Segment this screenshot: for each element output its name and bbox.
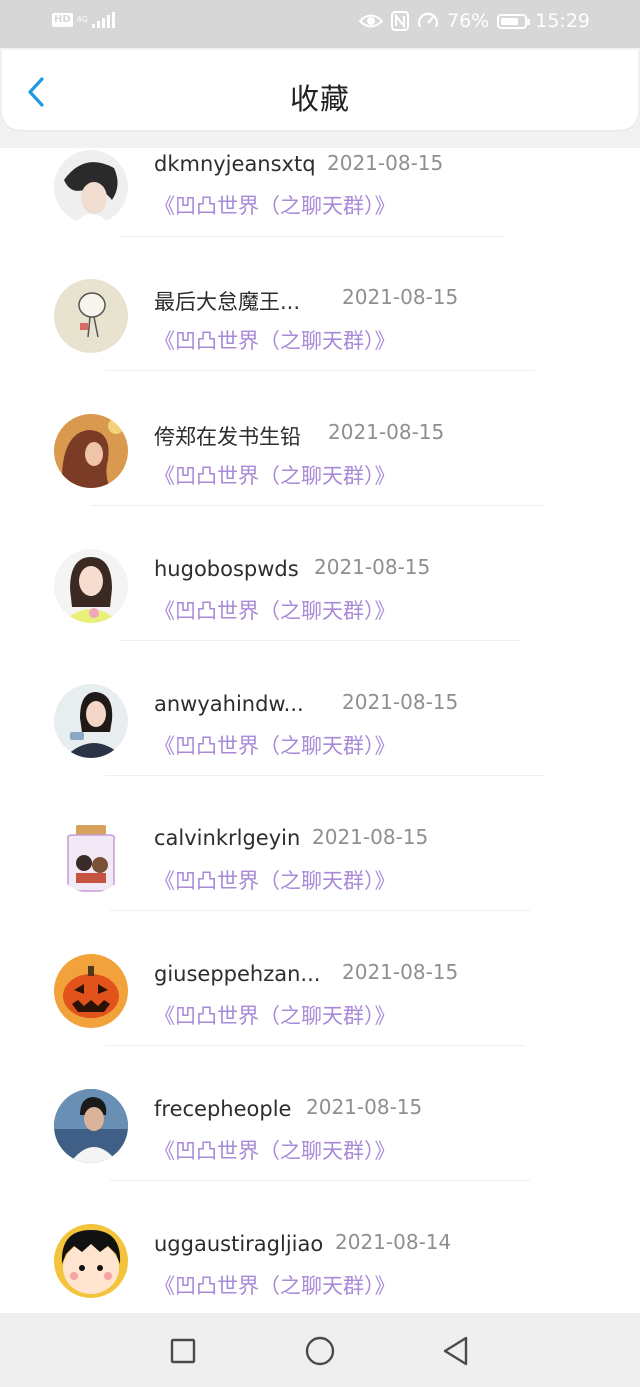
username: anwyahindw... [154,692,304,716]
status-right: 76% 15:29 [359,10,590,32]
signal-icon [91,12,115,28]
network-type: 4G [76,15,88,24]
avatar[interactable] [54,1089,128,1163]
triangle-back-icon [443,1336,468,1366]
date: 2021-08-15 [342,285,459,309]
nfc-icon [391,11,409,31]
avatar[interactable] [54,414,128,488]
home-button[interactable] [302,1333,338,1369]
page-title: 收藏 [289,82,350,116]
divider [110,910,530,911]
battery-fill [501,17,518,25]
circle-home-icon [305,1336,335,1366]
group-link[interactable]: 《凹凸世界（之聊天群）》 [154,190,396,220]
username: frecepheople [154,1097,292,1121]
avatar[interactable] [54,819,128,893]
list-item[interactable]: hugobospwds 2021-08-15 《凹凸世界（之聊天群）》 [0,540,640,675]
status-bar: HD 4G 76% 15:29 [0,0,640,48]
list-item[interactable]: calvinkrlgeyin 2021-08-15 《凹凸世界（之聊天群）》 [0,810,640,945]
date: 2021-08-15 [342,690,459,714]
username: 最后大怠魔王... [154,290,301,314]
group-link[interactable]: 《凹凸世界（之聊天群）》 [154,1000,396,1030]
system-nav-bar [0,1313,640,1387]
square-recents-icon [170,1338,196,1364]
username: uggaustiragljiao [154,1232,324,1256]
top-bar: 收藏 [2,50,638,130]
avatar[interactable] [54,279,128,353]
username: calvinkrlgeyin [154,826,301,850]
divider [110,1180,530,1181]
eye-icon [359,14,383,28]
speedometer-icon [417,12,439,28]
group-link[interactable]: 《凹凸世界（之聊天群）》 [154,325,396,355]
date: 2021-08-15 [328,420,445,444]
list-item[interactable]: anwyahindw... 2021-08-15 《凹凸世界（之聊天群）》 [0,675,640,810]
avatar[interactable] [54,150,128,224]
divider [90,505,545,506]
list-item[interactable]: frecepheople 2021-08-15 《凹凸世界（之聊天群）》 [0,1080,640,1215]
list-item[interactable]: giuseppehzan... 2021-08-15 《凹凸世界（之聊天群）》 [0,945,640,1080]
date: 2021-08-15 [342,960,459,984]
list-item[interactable]: 侉郑在发书生铅 2021-08-15 《凹凸世界（之聊天群）》 [0,405,640,540]
username: hugobospwds [154,557,299,581]
avatar[interactable] [54,954,128,1028]
hd-badge: HD [52,13,73,27]
date: 2021-08-15 [314,555,431,579]
group-link[interactable]: 《凹凸世界（之聊天群）》 [154,730,396,760]
battery-icon [497,13,531,29]
date: 2021-08-15 [312,825,429,849]
clock: 15:29 [535,10,590,32]
group-link[interactable]: 《凹凸世界（之聊天群）》 [154,1270,396,1300]
group-link[interactable]: 《凹凸世界（之聊天群）》 [154,460,396,490]
divider [105,1045,525,1046]
battery-percent: 76% [447,10,490,32]
date: 2021-08-14 [335,1230,452,1254]
list-item[interactable]: uggaustiragljiao 2021-08-14 《凹凸世界（之聊天群）》 [0,1215,640,1313]
divider [105,775,545,776]
group-link[interactable]: 《凹凸世界（之聊天群）》 [154,595,396,625]
username: giuseppehzan... [154,962,321,986]
group-link[interactable]: 《凹凸世界（之聊天群）》 [154,1135,396,1165]
avatar[interactable] [54,1224,128,1298]
divider [120,236,505,237]
favorites-list: dkmnyjeansxtq 2021-08-15 《凹凸世界（之聊天群）》 最后… [0,148,640,1313]
divider [105,370,535,371]
avatar[interactable] [54,549,128,623]
group-link[interactable]: 《凹凸世界（之聊天群）》 [154,865,396,895]
username: 侉郑在发书生铅 [154,425,301,449]
username: dkmnyjeansxtq [154,152,316,176]
list-item[interactable]: dkmnyjeansxtq 2021-08-15 《凹凸世界（之聊天群）》 [0,148,640,270]
recents-button[interactable] [165,1333,201,1369]
date: 2021-08-15 [306,1095,423,1119]
divider [120,640,520,641]
list-item[interactable]: 最后大怠魔王... 2021-08-15 《凹凸世界（之聊天群）》 [0,270,640,405]
date: 2021-08-15 [327,151,444,175]
status-left: HD 4G [52,12,115,28]
avatar[interactable] [54,684,128,758]
system-back-button[interactable] [438,1333,474,1369]
